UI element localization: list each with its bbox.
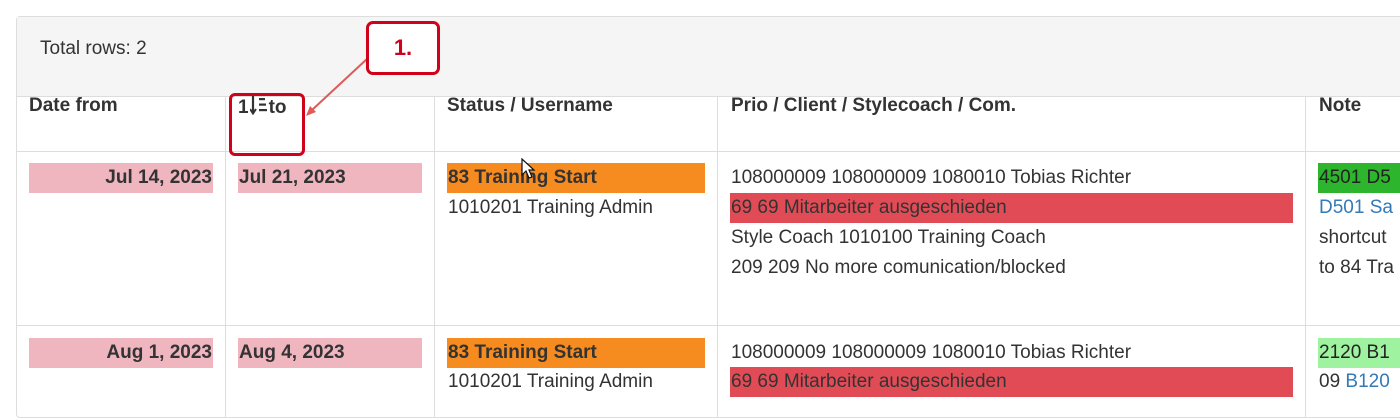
mouse-cursor-icon xyxy=(521,158,536,179)
callout-arrow-icon xyxy=(306,57,369,116)
step-callout: 1. xyxy=(366,21,440,75)
